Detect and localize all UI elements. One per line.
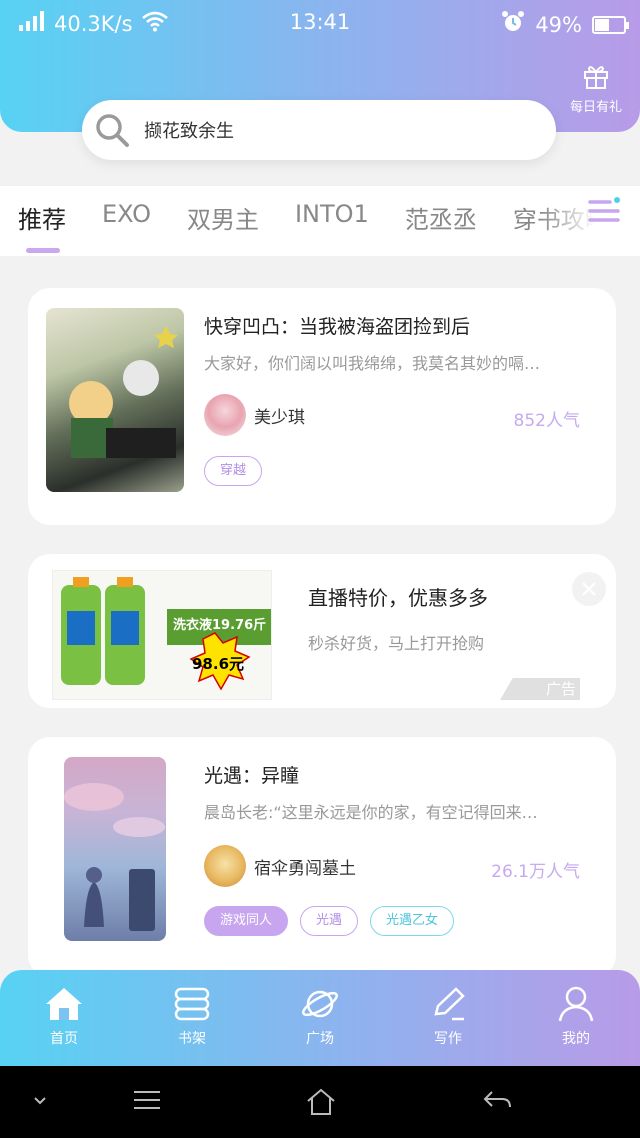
tab-active-indicator <box>26 248 60 253</box>
tag-chip[interactable]: 穿越 <box>204 456 263 486</box>
tag-chip[interactable]: 光遇 <box>300 906 359 936</box>
nav-label: 书架 <box>178 1031 206 1047</box>
nav-bookshelf[interactable]: 书架 <box>152 986 232 1048</box>
battery-percent: 49% <box>535 12 582 37</box>
book-cover-image <box>64 757 166 941</box>
ad-badge: 广告 <box>500 678 580 700</box>
author-avatar <box>204 394 246 436</box>
nav-label: 写作 <box>434 1031 462 1047</box>
tab-into1[interactable]: INTO1 <box>295 200 369 235</box>
tab-recommend[interactable]: 推荐 <box>18 200 66 253</box>
book-description: 大家好，你们阔以叫我绵绵，我莫名其妙的嗝… <box>204 354 541 373</box>
ad-card[interactable]: 洗衣液19.76斤 98.6元 直播特价，优惠多多 秒杀好货，马上打开抢购 广告 <box>28 554 616 708</box>
tag-chip[interactable]: 光遇乙女 <box>370 906 455 936</box>
close-icon <box>582 582 596 596</box>
ad-badge-label: 广告 <box>545 680 576 698</box>
pen-icon <box>434 987 465 1021</box>
alarm-icon <box>501 10 525 39</box>
home-button-icon[interactable] <box>306 1088 336 1120</box>
gift-icon <box>584 66 608 89</box>
system-nav-bar <box>0 1066 640 1138</box>
back-icon[interactable] <box>482 1088 512 1116</box>
tag-chip[interactable]: 游戏同人 <box>204 906 289 936</box>
author-name: 美少琪 <box>254 407 305 428</box>
tab-fan-chengcheng[interactable]: 范丞丞 <box>405 200 477 235</box>
author-avatar <box>204 845 246 887</box>
nav-label: 我的 <box>562 1031 590 1047</box>
tab-label: INTO1 <box>294 200 369 228</box>
search-bar[interactable]: 撷花致余生 <box>82 100 556 160</box>
tag-list: 游戏同人 光遇 光遇乙女 <box>204 906 455 936</box>
chevron-down-icon[interactable] <box>28 1088 52 1116</box>
book-title: 快穿凹凸：当我被海盗团捡到后 <box>204 316 471 338</box>
book-title: 光遇：异瞳 <box>204 765 300 787</box>
nav-write[interactable]: 写作 <box>408 986 488 1048</box>
book-cover-image <box>46 308 184 492</box>
book-card[interactable]: 光遇：异瞳 晨岛长老:“这里永远是你的家，有空记得回来… 宿伞勇闯墓土 26.1… <box>28 737 616 977</box>
category-tabs: 推荐 EXO 双男主 INTO1 范丞丞 穿书攻略 <box>0 186 640 256</box>
book-card[interactable]: 快穿凹凸：当我被海盗团捡到后 大家好，你们阔以叫我绵绵，我莫名其妙的嗝… 美少琪… <box>28 288 616 525</box>
nav-label: 广场 <box>306 1031 334 1047</box>
battery-icon <box>592 15 629 34</box>
tab-label: EXO <box>102 200 151 228</box>
nav-home[interactable]: 首页 <box>24 986 104 1048</box>
user-icon <box>558 986 594 1022</box>
search-icon <box>96 114 129 147</box>
tag-list: 穿越 <box>204 456 263 486</box>
bottom-nav: 首页 书架 广场 写作 我的 <box>0 970 640 1066</box>
home-icon <box>46 988 82 1020</box>
book-description: 晨岛长老:“这里永远是你的家，有空记得回来… <box>204 803 538 822</box>
ad-price-text: 98.6元 <box>192 655 245 673</box>
ad-product-image: 洗衣液19.76斤 98.6元 <box>52 570 272 700</box>
status-bar: 40.3K/s 13:41 49% <box>0 0 640 46</box>
menu-icon[interactable] <box>132 1088 162 1116</box>
tab-label: 范丞丞 <box>404 206 477 234</box>
author-name: 宿伞勇闯墓土 <box>254 858 356 879</box>
popularity-count: 26.1万人气 <box>491 862 580 882</box>
popularity-count: 852人气 <box>513 411 580 431</box>
nav-label: 首页 <box>50 1031 78 1047</box>
book-author[interactable]: 宿伞勇闯墓土 <box>204 845 356 887</box>
ad-product-text: 洗衣液19.76斤 <box>173 618 267 633</box>
search-text: 撷花致余生 <box>144 121 234 142</box>
tab-double-male[interactable]: 双男主 <box>187 200 259 235</box>
tab-exo[interactable]: EXO <box>102 200 151 235</box>
nav-square[interactable]: 广场 <box>280 986 360 1048</box>
tab-label: 双男主 <box>186 206 259 234</box>
planet-icon <box>302 990 338 1018</box>
ad-close-button[interactable] <box>572 572 606 606</box>
daily-gift-label: 每日有礼 <box>569 100 622 115</box>
ad-title: 直播特价，优惠多多 <box>308 586 488 610</box>
daily-gift-button[interactable]: 每日有礼 <box>566 62 626 115</box>
tab-label: 推荐 <box>18 206 66 234</box>
category-menu-icon[interactable] <box>588 194 622 232</box>
bookshelf-icon <box>174 987 210 1021</box>
book-author[interactable]: 美少琪 <box>204 394 305 436</box>
ad-description: 秒杀好货，马上打开抢购 <box>308 634 485 653</box>
nav-profile[interactable]: 我的 <box>536 986 616 1048</box>
